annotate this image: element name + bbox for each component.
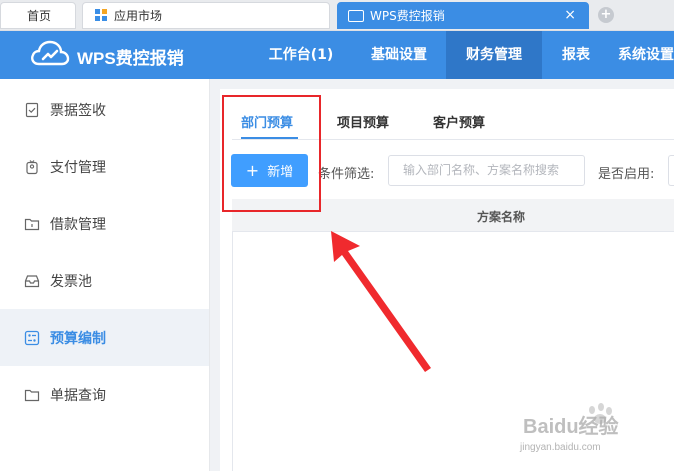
watermark-url: jingyan.baidu.com	[520, 442, 601, 453]
annotation-arrow	[331, 231, 431, 372]
watermark-brand: Baidu经验	[523, 416, 619, 438]
